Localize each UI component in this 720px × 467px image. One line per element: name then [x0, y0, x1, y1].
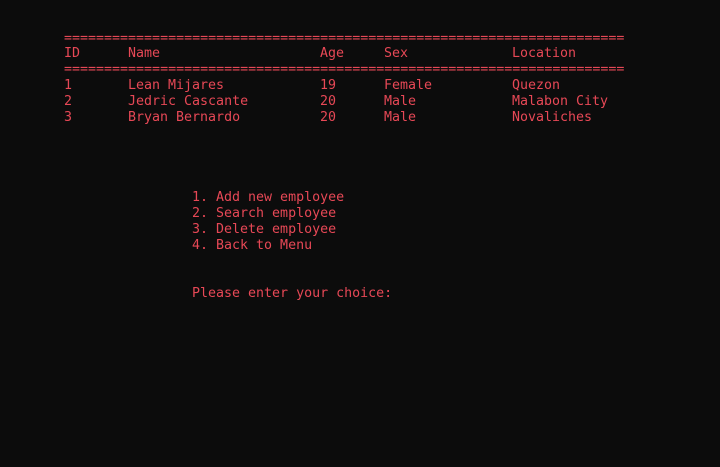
menu-item-back-to-menu: 4. Back to Menu [192, 238, 313, 253]
cell-location: Quezon [512, 78, 561, 93]
cell-name: Lean Mijares [128, 78, 225, 93]
table-header: ID Name Age Sex Location [0, 46, 720, 62]
header-sex: Sex [384, 46, 409, 61]
menu-item-search-employee: 2. Search employee [192, 206, 337, 221]
header-id: ID [64, 46, 81, 61]
choice-prompt[interactable]: Please enter your choice: [192, 286, 392, 302]
header-name: Name [128, 46, 161, 61]
table-row: 2 Jedric Cascante 20 Male Malabon City [0, 94, 720, 110]
menu-item-add-employee: 1. Add new employee [192, 190, 345, 205]
cell-id: 3 [64, 110, 73, 125]
cell-location: Malabon City [512, 94, 609, 109]
cell-id: 2 [64, 94, 73, 109]
table-row: 1 Lean Mijares 19 Female Quezon [0, 78, 720, 94]
table-rule-top: ========================================… [64, 31, 625, 46]
table-rule-bottom: ========================================… [64, 62, 625, 77]
table-row: 3 Bryan Bernardo 20 Male Novaliches [0, 110, 720, 126]
cell-name: Bryan Bernardo [128, 110, 241, 125]
cell-age: 19 [320, 78, 337, 93]
cell-age: 20 [320, 110, 337, 125]
cell-id: 1 [64, 78, 73, 93]
menu-item-delete-employee: 3. Delete employee [192, 222, 337, 237]
console-window: ========================================… [0, 0, 720, 467]
cell-sex: Male [384, 110, 417, 125]
cell-location: Novaliches [512, 110, 593, 125]
cell-sex: Female [384, 78, 433, 93]
header-age: Age [320, 46, 345, 61]
cell-age: 20 [320, 94, 337, 109]
cell-name: Jedric Cascante [128, 94, 249, 109]
header-location: Location [512, 46, 577, 61]
cell-sex: Male [384, 94, 417, 109]
